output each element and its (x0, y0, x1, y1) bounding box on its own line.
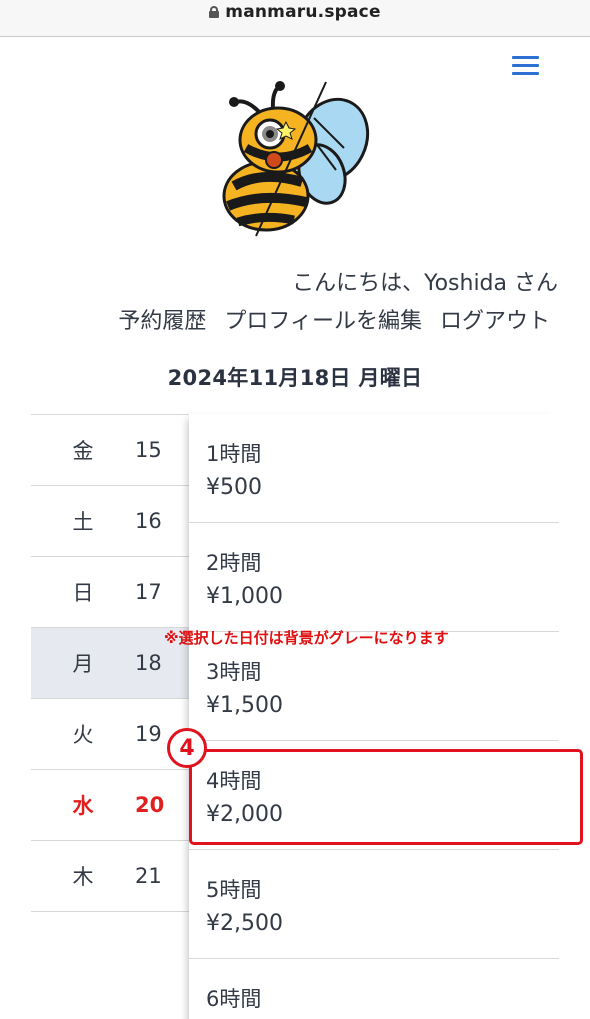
day-number: 20 (135, 793, 165, 817)
slot-price: ¥2,000 (206, 802, 283, 827)
day-number: 15 (135, 438, 162, 462)
time-slot[interactable]: 3時間 ¥1,500 (189, 632, 559, 741)
day-number: 17 (135, 580, 162, 604)
selected-date-title: 2024年11月18日 月曜日 (167, 366, 423, 390)
slot-price: ¥500 (206, 475, 262, 500)
slot-duration: 5時間 (206, 878, 262, 902)
day-weekday: 金 (72, 439, 94, 463)
annotation-step-badge: 4 (167, 728, 207, 768)
day-item[interactable]: 木 21 (31, 841, 189, 912)
lock-icon (209, 6, 220, 18)
day-weekday: 月 (72, 652, 94, 676)
edit-profile-link[interactable]: プロフィールを編集 (224, 303, 422, 335)
day-weekday: 日 (72, 581, 94, 605)
annotation-note: ※選択した日付は背景がグレーになります (164, 629, 449, 647)
day-item[interactable]: 土 16 (31, 486, 189, 557)
hamburger-menu-icon[interactable] (512, 56, 539, 76)
day-number: 18 (135, 651, 162, 675)
day-item[interactable]: 日 17 (31, 557, 189, 628)
time-slot[interactable]: 6時間 (189, 959, 559, 1019)
time-slot-4h[interactable]: 4時間 ¥2,000 (189, 741, 559, 850)
slot-price: ¥1,500 (206, 693, 283, 718)
logout-link[interactable]: ログアウト (440, 303, 550, 335)
time-slot-list: 1時間 ¥500 2時間 ¥1,000 3時間 ¥1,500 4時間 ¥2,00… (189, 414, 559, 1019)
slot-price: ¥1,000 (206, 584, 283, 609)
slot-duration: 6時間 (206, 987, 262, 1011)
slot-duration: 2時間 (206, 551, 262, 575)
greeting-text: こんにちは、Yoshida さん (292, 271, 558, 296)
slot-price: ¥2,500 (206, 911, 283, 936)
url-text: manmaru.space (225, 2, 381, 22)
day-item[interactable]: 水 20 (31, 770, 189, 841)
slot-duration: 3時間 (206, 660, 262, 684)
bee-mascot-logo (222, 81, 370, 237)
slot-duration: 1時間 (206, 442, 262, 466)
day-weekday: 木 (72, 865, 94, 889)
browser-url-bar[interactable]: manmaru.space (0, 0, 590, 37)
user-nav: 予約履歴 プロフィールを編集 ログアウト (118, 303, 550, 335)
day-weekday: 水 (72, 794, 94, 818)
day-item[interactable]: 金 15 (31, 415, 189, 486)
slot-duration: 4時間 (206, 769, 262, 793)
day-list: 金 15 土 16 日 17 月 18 火 19 水 20 木 21 (31, 414, 189, 912)
day-number: 21 (135, 864, 162, 888)
time-slot[interactable]: 2時間 ¥1,000 (189, 523, 559, 632)
day-weekday: 土 (72, 510, 94, 534)
day-weekday: 火 (72, 723, 94, 747)
time-slot[interactable]: 1時間 ¥500 (189, 414, 559, 523)
time-slot[interactable]: 5時間 ¥2,500 (189, 850, 559, 959)
day-item[interactable]: 火 19 (31, 699, 189, 770)
day-number: 16 (135, 509, 162, 533)
reservation-history-link[interactable]: 予約履歴 (118, 303, 206, 335)
